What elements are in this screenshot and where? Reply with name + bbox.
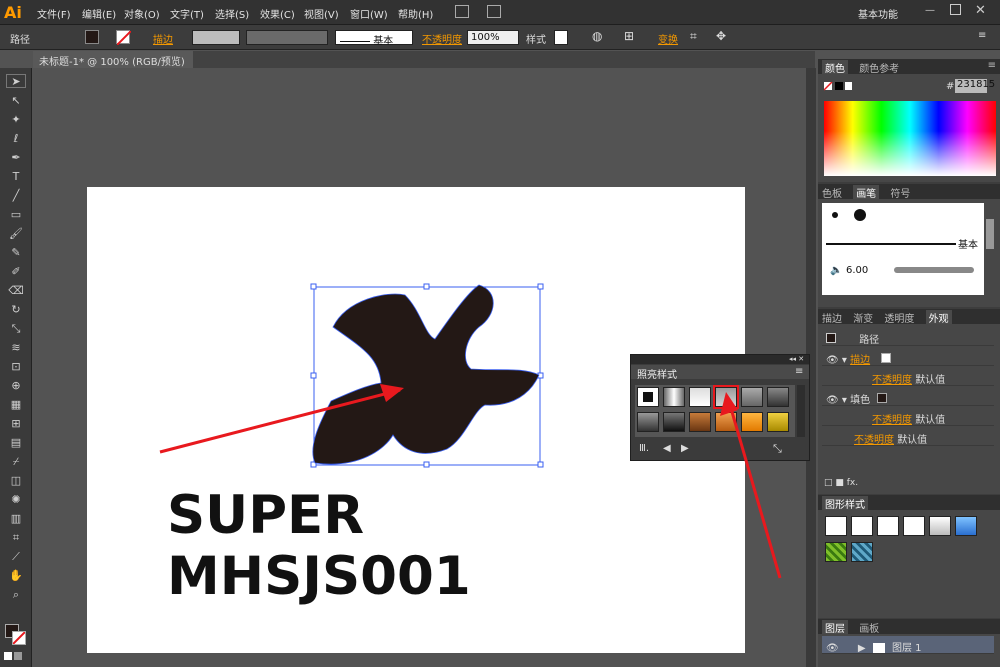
brush-basic-label: 基本 xyxy=(958,240,978,251)
expand-layer-icon[interactable]: ▶ xyxy=(858,643,866,654)
tab-gradient[interactable]: 渐变 xyxy=(853,310,873,325)
color-panel-header: 颜色 颜色参考 ≡ xyxy=(818,59,1000,75)
stroke-opacity-label[interactable]: 不透明度 xyxy=(872,375,912,386)
brush-speaker-icon: 🔈 xyxy=(830,265,843,276)
visibility-eye-icon[interactable]: 👁 xyxy=(826,643,839,654)
brushes-panel-body: 基本 🔈 6.00 xyxy=(818,199,1000,307)
appearance-title: 路径 xyxy=(859,335,880,346)
fill-opacity-label[interactable]: 不透明度 xyxy=(872,415,912,426)
appearance-title-row: 路径 xyxy=(822,328,994,346)
graphic-style-soft[interactable] xyxy=(929,516,951,536)
tab-swatches[interactable]: 色板 xyxy=(822,185,842,200)
tab-artboards[interactable]: 画板 xyxy=(859,620,879,635)
appearance-row-stroke-opacity[interactable]: 不透明度 默认值 xyxy=(822,368,994,386)
visibility-eye-icon[interactable]: 👁 xyxy=(826,355,839,366)
appearance-row-fill-opacity[interactable]: 不透明度 默认值 xyxy=(822,408,994,426)
brushes-panel-header: 色板 画笔 符号 xyxy=(818,184,1000,200)
color-spectrum[interactable] xyxy=(824,101,996,176)
tab-layers[interactable]: 图层 xyxy=(822,620,848,635)
graphic-style-white[interactable] xyxy=(877,516,899,536)
appearance-row-opacity[interactable]: 不透明度 默认值 xyxy=(822,428,994,446)
layer-name: 图层 1 xyxy=(891,643,922,654)
brush-basic-line[interactable] xyxy=(826,243,956,245)
graphic-styles-panel-header: 图形样式 xyxy=(818,495,1000,511)
stroke-opacity-value: 默认值 xyxy=(915,375,946,386)
appearance-stroke-label[interactable]: 描边 xyxy=(850,355,870,366)
graphic-style-teal-pattern[interactable] xyxy=(851,542,873,562)
layers-panel-body: 👁 ▶ 图层 1 xyxy=(818,634,1000,667)
graphic-style-outline[interactable] xyxy=(903,516,925,536)
tab-color-guide[interactable]: 颜色参考 xyxy=(859,60,899,75)
arrow-to-swatch xyxy=(726,397,782,579)
color-panel-menu-icon[interactable]: ≡ xyxy=(988,60,996,71)
color-panel-body: # 231815 xyxy=(818,74,1000,182)
fill-swatch-icon[interactable] xyxy=(877,393,888,403)
tab-color[interactable]: 颜色 xyxy=(822,60,848,75)
graphic-styles-panel-body xyxy=(818,510,1000,618)
brush-list[interactable]: 基本 🔈 6.00 xyxy=(822,203,984,295)
visibility-eye-icon[interactable]: 👁 xyxy=(826,395,839,406)
appearance-row-fill[interactable]: 👁 ▾ 填色 xyxy=(822,388,994,406)
layer-row[interactable]: 👁 ▶ 图层 1 xyxy=(822,636,994,654)
layer-thumbnail xyxy=(872,643,885,653)
hex-label: # xyxy=(946,81,955,92)
tab-brushes[interactable]: 画笔 xyxy=(853,185,880,200)
arrow-to-shape xyxy=(159,388,401,454)
brush-dot-small[interactable] xyxy=(832,212,838,218)
hex-value-field[interactable]: 231815 xyxy=(955,79,995,93)
tab-transparency[interactable]: 透明度 xyxy=(884,310,914,325)
graphic-style-default[interactable] xyxy=(825,516,847,536)
right-panel-dock: 颜色 颜色参考 ≡ # 231815 色板 画笔 符号 基本 🔈 6.00 描边… xyxy=(818,59,1000,667)
tab-appearance[interactable]: 外观 xyxy=(925,310,952,325)
arrow-to-shape-head xyxy=(380,384,404,402)
graphic-style-green-pattern[interactable] xyxy=(825,542,847,562)
tab-graphic-styles[interactable]: 图形样式 xyxy=(822,496,868,511)
appearance-fill-label[interactable]: 填色 xyxy=(850,395,870,406)
object-opacity-label[interactable]: 不透明度 xyxy=(854,435,894,446)
brush-stroke-preview[interactable] xyxy=(894,267,974,273)
fill-opacity-value: 默认值 xyxy=(915,415,946,426)
path-thumbnail xyxy=(826,333,836,343)
stroke-none-icon[interactable] xyxy=(881,353,892,363)
brush-dot-large[interactable] xyxy=(854,209,866,221)
tab-stroke[interactable]: 描边 xyxy=(822,310,842,325)
appearance-panel-body: 路径 👁 ▾ 描边 不透明度 默认值 👁 ▾ 填色 不透明度 默认值 不透明度 … xyxy=(818,324,1000,494)
brush-size-value: 6.00 xyxy=(846,265,869,276)
none-color-icon[interactable] xyxy=(824,82,852,92)
arrow-to-swatch-head xyxy=(720,392,738,416)
object-opacity-value: 默认值 xyxy=(897,435,928,446)
appearance-footer-icons[interactable]: □ ■ fx. xyxy=(824,478,858,488)
graphic-style-none[interactable] xyxy=(851,516,873,536)
appearance-row-stroke[interactable]: 👁 ▾ 描边 xyxy=(822,348,994,366)
layers-panel-header: 图层 画板 xyxy=(818,619,1000,635)
brush-scrollbar[interactable] xyxy=(986,219,994,249)
graphic-style-blue[interactable] xyxy=(955,516,977,536)
appearance-panel-header: 描边 渐变 透明度 外观 xyxy=(818,309,1000,325)
tab-symbols[interactable]: 符号 xyxy=(890,185,910,200)
